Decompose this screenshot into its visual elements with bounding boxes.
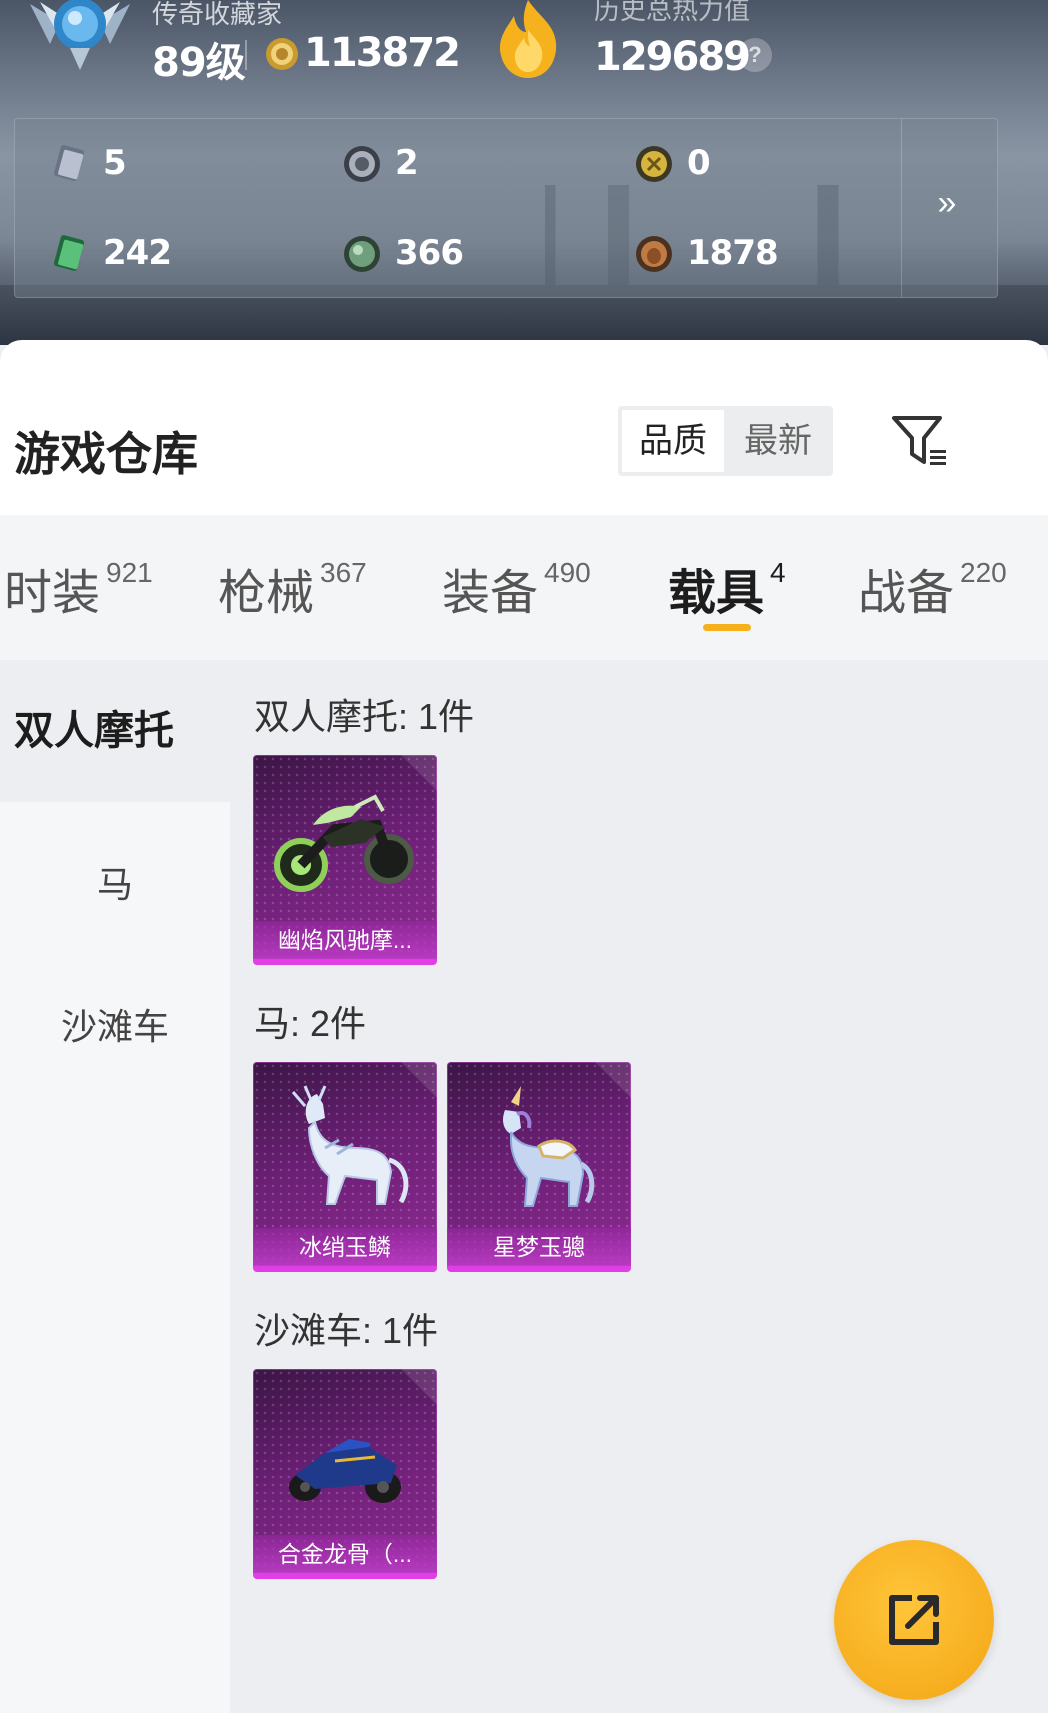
coin-count: 113872	[304, 30, 461, 76]
share-export-icon	[889, 1595, 939, 1645]
sort-toggle: 品质 最新	[618, 406, 833, 476]
active-tab-indicator	[703, 624, 751, 631]
page-title: 游戏仓库	[14, 428, 198, 480]
sidebar-item-horse[interactable]: 马	[0, 856, 230, 908]
stat-value: 366	[395, 233, 464, 273]
tab-fashion[interactable]: 时装 921	[4, 553, 153, 623]
warehouse-header: 游戏仓库 品质 最新	[0, 340, 1048, 515]
player-level: 89级	[152, 40, 246, 86]
tab-count: 921	[106, 557, 153, 588]
item-name: 冰绡玉鳞	[299, 1234, 391, 1260]
divider	[245, 40, 247, 70]
tab-war-prep[interactable]: 战备 220	[858, 553, 1007, 623]
tab-label: 载具	[668, 567, 765, 620]
item-name: 合金龙骨（...	[277, 1541, 413, 1567]
currency-stats-panel: 5 2 0 242 366 1878 »	[14, 118, 998, 298]
tab-label: 装备	[442, 567, 539, 620]
stat-value: 242	[103, 233, 172, 273]
tab-count: 490	[544, 557, 591, 588]
power-value: 129689	[594, 34, 751, 80]
stat-value: 5	[103, 143, 127, 183]
unicorn-icon	[503, 1086, 595, 1207]
stat-value: 1878	[687, 233, 779, 273]
buggy-icon	[289, 1439, 401, 1503]
section-title: 双人摩托: 1件	[254, 696, 475, 737]
tab-count: 220	[960, 557, 1007, 588]
share-button[interactable]	[834, 1540, 994, 1700]
section-title: 马: 2件	[254, 1003, 367, 1044]
item-card[interactable]: 冰绡玉鳞	[253, 1062, 437, 1272]
stat-value: 2	[395, 143, 419, 183]
tab-equipment[interactable]: 装备 490	[442, 553, 591, 623]
green-orb-icon	[344, 236, 380, 272]
gold-medal-icon	[636, 146, 672, 182]
item-name: 星梦玉骢	[493, 1234, 585, 1260]
sort-by-quality-button[interactable]: 品质	[622, 410, 724, 472]
bronze-bag-icon	[636, 236, 672, 272]
tab-label: 战备	[858, 567, 955, 620]
panel-separator	[901, 119, 902, 297]
sort-by-newest-button[interactable]: 最新	[727, 410, 829, 472]
item-card[interactable]: 星梦玉骢	[447, 1062, 631, 1272]
green-card-icon	[53, 235, 85, 271]
silver-card-icon	[53, 145, 85, 181]
stat-value: 0	[687, 143, 711, 183]
tab-count: 367	[320, 557, 367, 588]
ice-horse-icon	[291, 1085, 409, 1205]
tab-count: 4	[770, 557, 786, 588]
profile-header: 传奇收藏家 89级 113872 历史总热力值 129689 ? 5 2 0 2…	[0, 0, 1048, 345]
coin-icon	[266, 38, 298, 70]
item-card[interactable]: 合金龙骨（...	[253, 1369, 437, 1579]
sidebar-item-tandem-motorcycle[interactable]: 双人摩托	[0, 660, 230, 802]
help-icon[interactable]: ?	[738, 38, 772, 72]
subcategory-sidebar: 双人摩托 马 沙滩车	[0, 660, 230, 1713]
filter-icon[interactable]	[890, 410, 950, 470]
collector-title: 传奇收藏家	[152, 0, 283, 29]
flame-icon	[499, 0, 557, 78]
item-card[interactable]: 幽焰风驰摩...	[253, 755, 437, 965]
tab-label: 枪械	[218, 567, 315, 620]
section-title: 沙滩车: 1件	[254, 1310, 439, 1351]
rank-badge-icon	[30, 0, 130, 70]
power-label: 历史总热力值	[594, 0, 751, 25]
tab-vehicles[interactable]: 载具 4	[668, 553, 786, 623]
tab-firearms[interactable]: 枪械 367	[218, 553, 367, 623]
sidebar-item-beach-buggy[interactable]: 沙滩车	[0, 998, 230, 1050]
expand-stats-button[interactable]: »	[927, 183, 967, 223]
category-tabs: 时装 921 枪械 367 装备 490 载具 4 战备 220	[0, 515, 1048, 660]
motorcycle-icon	[274, 794, 414, 892]
silver-coin-icon	[344, 146, 380, 182]
tab-label: 时装	[4, 567, 101, 620]
item-name: 幽焰风驰摩...	[277, 927, 413, 953]
